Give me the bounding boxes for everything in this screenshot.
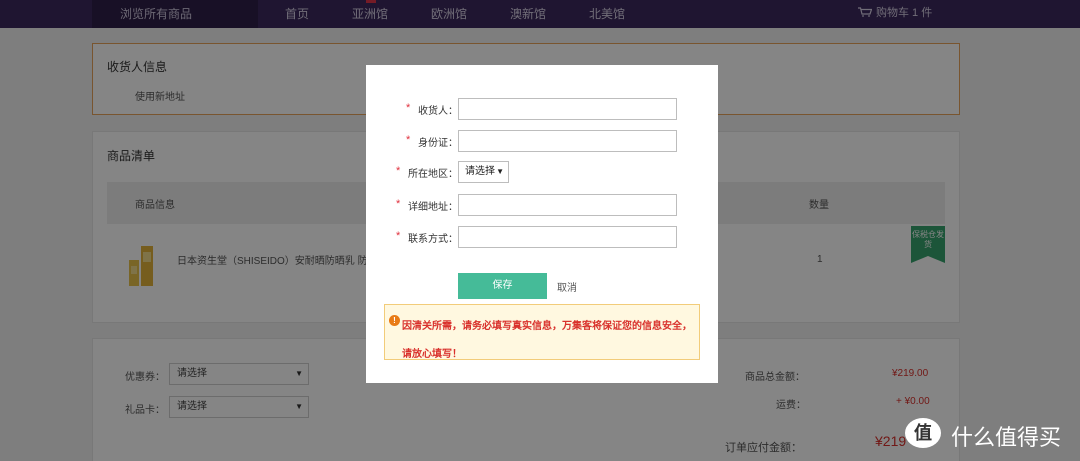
required-mark: * [406,134,411,146]
region-row: * 所在地区： 请选择 ▼ [366,161,718,183]
required-mark: * [396,165,401,177]
watermark-text: 什么值得买 [951,426,1062,451]
region-select-value: 请选择 [465,166,495,177]
address-row: * 详细地址： [366,194,718,216]
receiver-label: 收货人： [418,106,458,117]
address-label: 详细地址： [408,202,458,213]
cancel-link[interactable]: 取消 [557,279,577,294]
contact-input[interactable] [458,226,677,248]
dropdown-arrow-icon: ▼ [496,167,504,176]
contact-label: 联系方式： [408,234,458,245]
address-modal: * 收货人： * 身份证： * 所在地区： 请选择 ▼ * 详细地址： * 联系… [366,65,718,383]
id-card-row: * 身份证： [366,130,718,152]
receiver-input[interactable] [458,98,677,120]
contact-row: * 联系方式： [366,226,718,248]
required-mark: * [396,198,401,210]
required-mark: * [406,102,411,114]
save-button[interactable]: 保存 [458,273,547,299]
address-input[interactable] [458,194,677,216]
id-card-input[interactable] [458,130,677,152]
notice-text: 因清关所需，请务必填写真实信息，万集客将保证您的信息安全，请放心填写！ [402,321,692,360]
watermark-logo: 值 [905,418,941,448]
warning-icon: ! [389,315,400,326]
region-select[interactable]: 请选择 ▼ [458,161,509,183]
region-label: 所在地区： [408,169,458,180]
id-card-label: 身份证： [418,138,458,149]
receiver-row: * 收货人： [366,98,718,120]
required-mark: * [396,230,401,242]
notice-box: ! 因清关所需，请务必填写真实信息，万集客将保证您的信息安全，请放心填写！ [384,304,700,360]
